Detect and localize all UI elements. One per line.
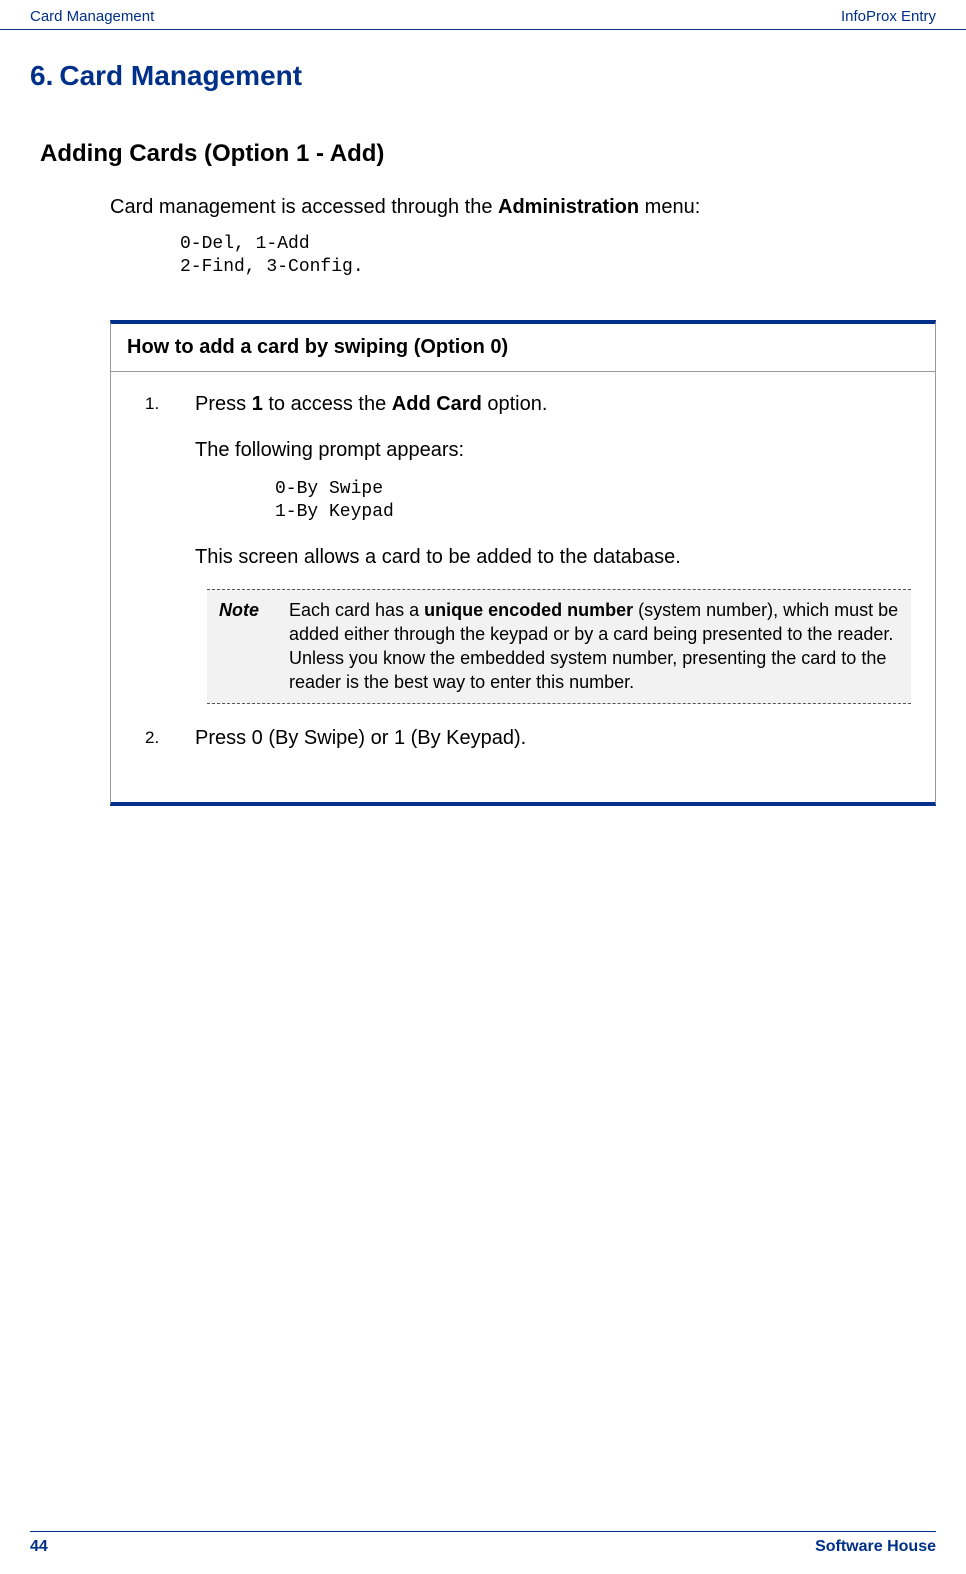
note-text: Each card has a unique encoded number (s… [289, 598, 899, 695]
intro-paragraph: Card management is accessed through the … [110, 194, 936, 221]
unique-encoded-number: unique encoded number [424, 600, 633, 620]
header-right: InfoProx Entry [841, 8, 936, 25]
step1-prompt-intro: The following prompt appears: [195, 436, 911, 464]
step1-prompt-display: 0-By Swipe 1-By Keypad [275, 478, 911, 525]
note-box: Note Each card has a unique encoded numb… [207, 589, 911, 704]
steps-list: Press 1 to access the Add Card option. T… [135, 390, 911, 752]
step1-explain: This screen allows a card to be added to… [195, 543, 911, 571]
note-row: Note Each card has a unique encoded numb… [207, 590, 911, 703]
chapter-name: Card Management [59, 60, 302, 91]
text: Each card has a [289, 600, 424, 620]
text: to access the [263, 393, 392, 415]
chapter-number: 6. [30, 60, 53, 91]
page-number: 44 [30, 1538, 48, 1556]
howto-body: Press 1 to access the Add Card option. T… [111, 372, 935, 802]
page-header: Card Management InfoProx Entry [0, 0, 966, 30]
step1-line1: Press 1 to access the Add Card option. [195, 393, 547, 415]
footer-brand: Software House [815, 1538, 936, 1556]
step-1: Press 1 to access the Add Card option. T… [135, 390, 911, 704]
admin-menu-display: 0-Del, 1-Add 2-Find, 3-Config. [180, 233, 936, 280]
add-card-label: Add Card [392, 393, 482, 415]
howto-box: How to add a card by swiping (Option 0) … [110, 320, 936, 806]
howto-header: How to add a card by swiping (Option 0) [111, 324, 935, 372]
step2-text: Press 0 (By Swipe) or 1 (By Keypad). [195, 727, 526, 749]
chapter-title: 6.Card Management [30, 60, 936, 92]
text: option. [482, 393, 548, 415]
intro-suffix: menu: [639, 196, 700, 218]
text: Press [195, 393, 252, 415]
intro-bold: Administration [498, 196, 639, 218]
intro-prefix: Card management is accessed through the [110, 196, 498, 218]
section-title: Adding Cards (Option 1 - Add) [40, 140, 936, 168]
step-2: Press 0 (By Swipe) or 1 (By Keypad). [135, 724, 911, 752]
note-label: Note [219, 598, 289, 695]
key-1: 1 [252, 393, 263, 415]
page-content: 6.Card Management Adding Cards (Option 1… [0, 60, 966, 806]
header-left: Card Management [30, 8, 154, 25]
page-footer: 44 Software House [30, 1531, 936, 1556]
